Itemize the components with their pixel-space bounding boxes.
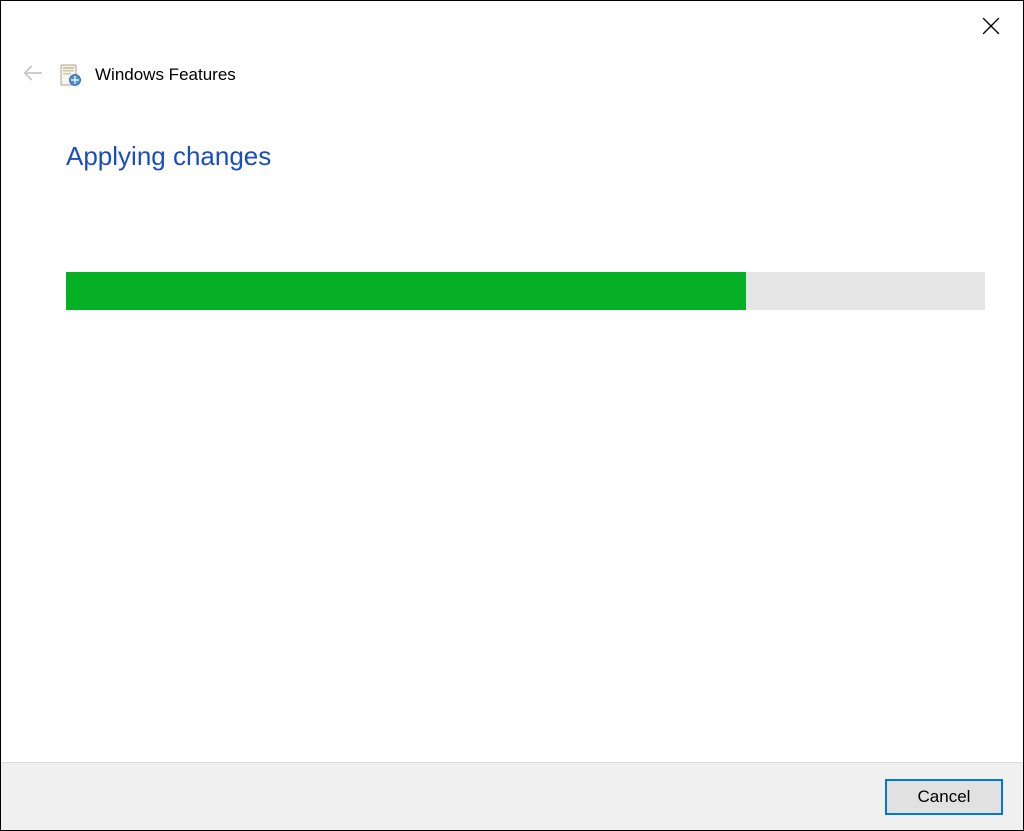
dialog-title: Windows Features <box>95 65 236 85</box>
close-icon <box>982 17 1000 40</box>
back-button <box>21 63 45 87</box>
windows-features-icon <box>59 64 81 86</box>
arrow-left-icon <box>22 62 44 89</box>
status-heading: Applying changes <box>66 141 985 172</box>
cancel-button[interactable]: Cancel <box>885 779 1003 815</box>
dialog-header: Windows Features <box>21 63 236 87</box>
dialog-content: Applying changes <box>66 141 985 310</box>
progress-fill <box>66 272 746 310</box>
close-button[interactable] <box>979 16 1003 40</box>
dialog-footer: Cancel <box>1 762 1023 830</box>
progress-bar <box>66 272 985 310</box>
